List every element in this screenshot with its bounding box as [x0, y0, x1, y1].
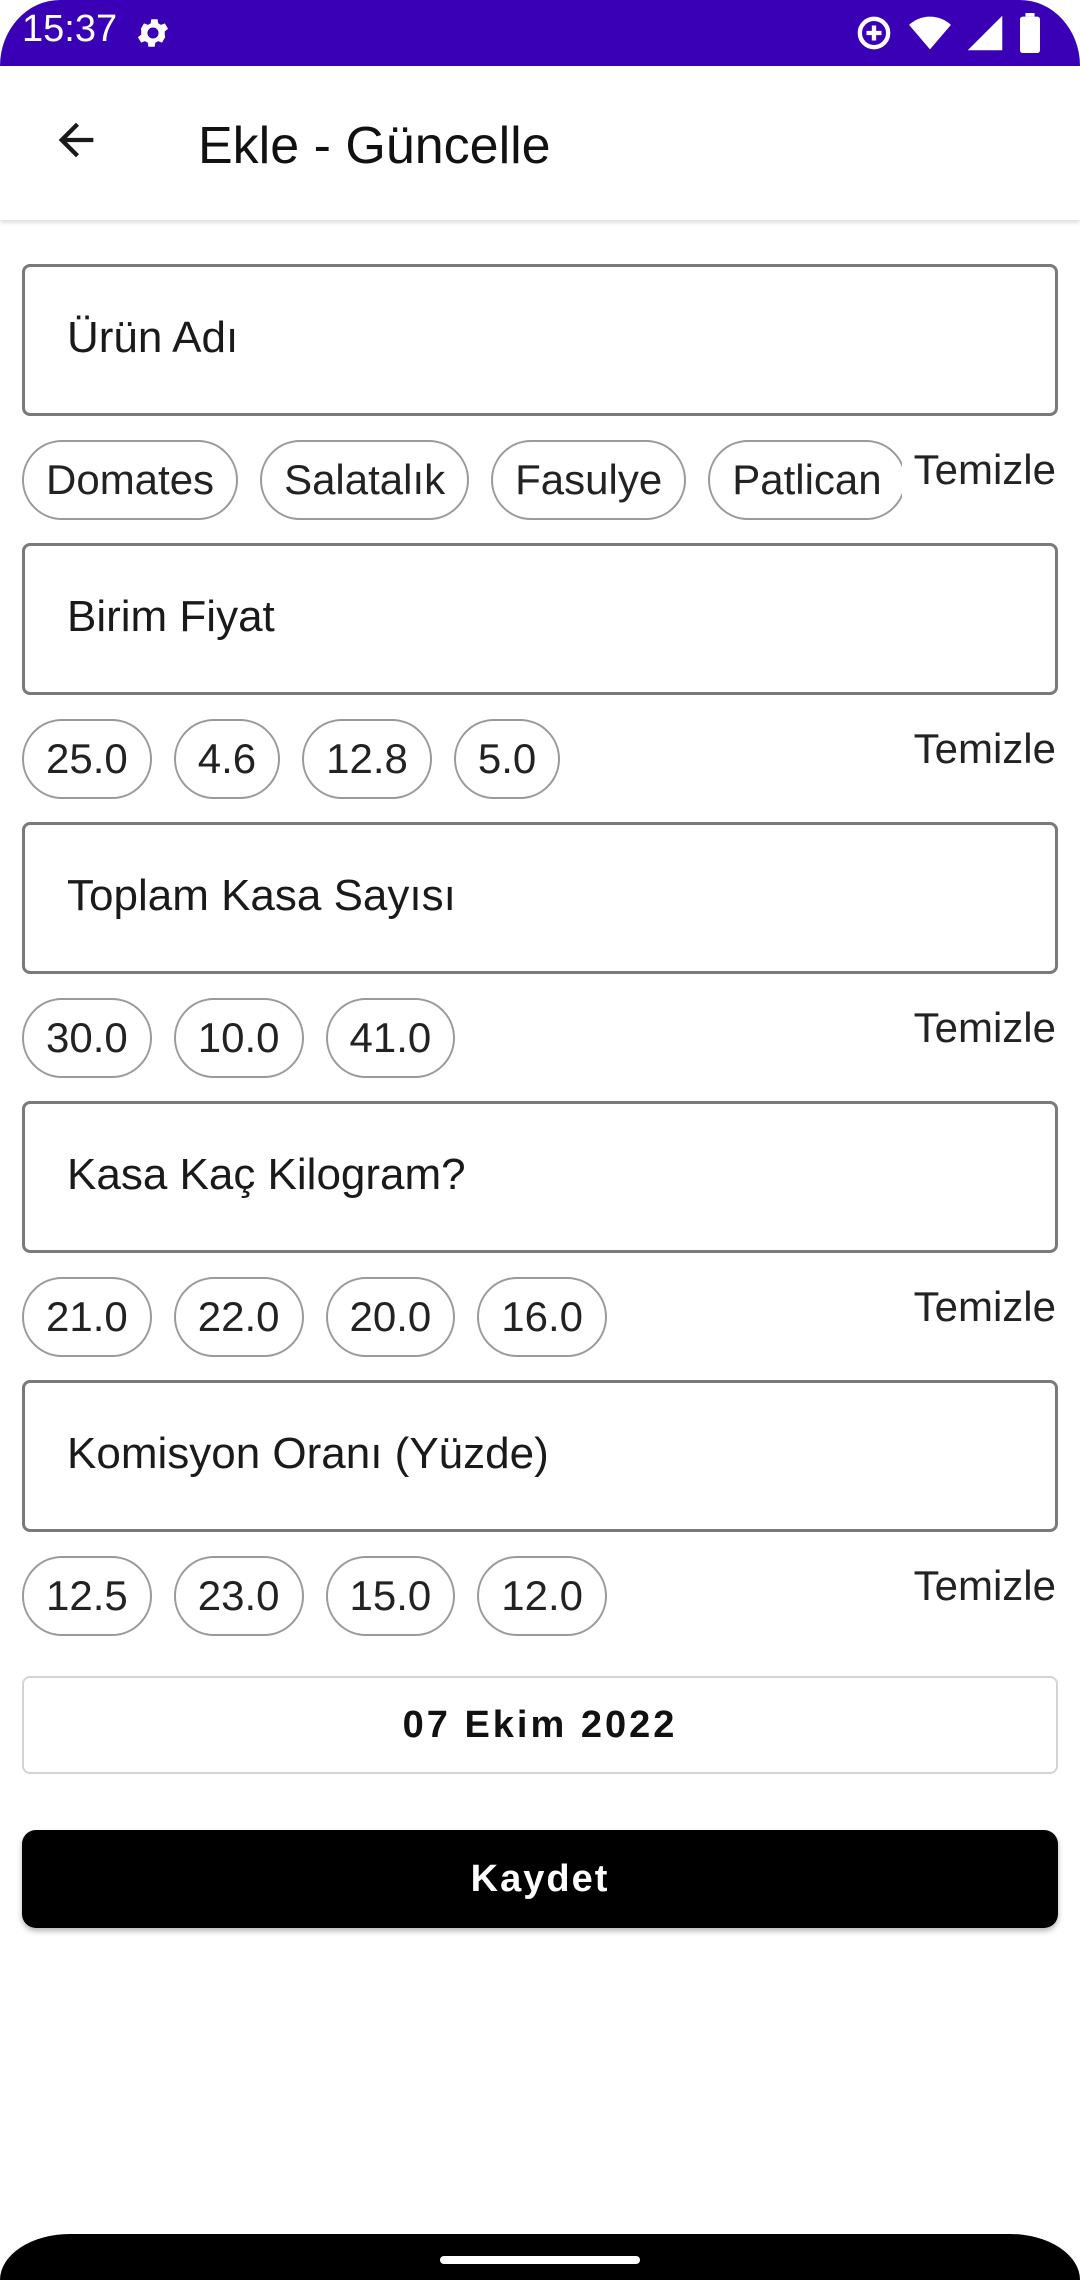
chip[interactable]: 15.0 — [325, 1556, 456, 1636]
chip[interactable]: 41.0 — [325, 998, 456, 1078]
page-title: Ekle - Güncelle — [198, 117, 551, 175]
wifi-icon — [908, 13, 952, 53]
chip[interactable]: 22.0 — [173, 1277, 304, 1357]
field-label: Kasa Kaç Kilogram? — [67, 1150, 466, 1199]
chip[interactable]: 5.0 — [453, 719, 561, 799]
unit-price-chips: 25.0 4.6 12.8 5.0 — [22, 719, 902, 799]
chip[interactable]: 20.0 — [325, 1277, 456, 1357]
arrow-left-icon — [50, 114, 102, 171]
chip[interactable]: 21.0 — [22, 1277, 152, 1357]
chip[interactable]: 4.6 — [173, 719, 281, 799]
save-button[interactable]: Kaydet — [22, 1830, 1058, 1928]
chip[interactable]: 25.0 — [22, 719, 152, 799]
screen: 15:37 Ekle - Güncelle Ürün Adı Domates S… — [0, 0, 1080, 2280]
chip[interactable]: 10.0 — [173, 998, 304, 1078]
clear-button[interactable]: Temizle — [914, 446, 1056, 494]
gear-icon — [134, 14, 172, 52]
total-crates-chips: 30.0 10.0 41.0 — [22, 998, 902, 1078]
clear-button[interactable]: Temizle — [914, 1562, 1056, 1610]
chip[interactable]: 30.0 — [22, 998, 152, 1078]
chip[interactable]: 23.0 — [173, 1556, 304, 1636]
commission-rate-field[interactable]: Komisyon Oranı (Yüzde) — [22, 1380, 1058, 1532]
status-time: 15:37 — [22, 8, 118, 50]
back-button[interactable] — [36, 110, 116, 174]
clear-button[interactable]: Temizle — [914, 725, 1056, 773]
status-bar: 15:37 — [0, 0, 1080, 66]
chip[interactable]: Salatalık — [260, 440, 470, 520]
chip[interactable]: Fasulye — [491, 440, 687, 520]
unit-price-field[interactable]: Birim Fiyat — [22, 543, 1058, 695]
commission-rate-chips: 12.5 23.0 15.0 12.0 — [22, 1556, 902, 1636]
app-bar: Ekle - Güncelle — [0, 66, 1080, 220]
date-picker-button[interactable]: 07 Ekim 2022 — [22, 1676, 1058, 1774]
product-name-chips: Domates Salatalık Fasulye Patlican — [22, 440, 902, 520]
status-icons — [854, 10, 1042, 56]
chip[interactable]: 16.0 — [477, 1277, 607, 1357]
field-label: Ürün Adı — [67, 313, 239, 362]
clear-button[interactable]: Temizle — [914, 1283, 1056, 1331]
crate-weight-chips: 21.0 22.0 20.0 16.0 — [22, 1277, 902, 1357]
chip[interactable]: Domates — [22, 440, 239, 520]
product-name-field[interactable]: Ürün Adı — [22, 264, 1058, 416]
chip[interactable]: 12.5 — [22, 1556, 152, 1636]
chip[interactable]: 12.8 — [302, 719, 432, 799]
crate-weight-field[interactable]: Kasa Kaç Kilogram? — [22, 1101, 1058, 1253]
clear-button[interactable]: Temizle — [914, 1004, 1056, 1052]
battery-icon — [1018, 13, 1042, 53]
field-label: Birim Fiyat — [67, 592, 275, 641]
data-saver-icon — [854, 13, 894, 53]
total-crates-field[interactable]: Toplam Kasa Sayısı — [22, 822, 1058, 974]
home-indicator[interactable] — [440, 2256, 640, 2264]
field-label: Komisyon Oranı (Yüzde) — [67, 1429, 549, 1478]
chip[interactable]: Patlican — [708, 440, 902, 520]
field-label: Toplam Kasa Sayısı — [67, 871, 456, 920]
signal-icon — [966, 14, 1004, 52]
chip[interactable]: 12.0 — [477, 1556, 607, 1636]
